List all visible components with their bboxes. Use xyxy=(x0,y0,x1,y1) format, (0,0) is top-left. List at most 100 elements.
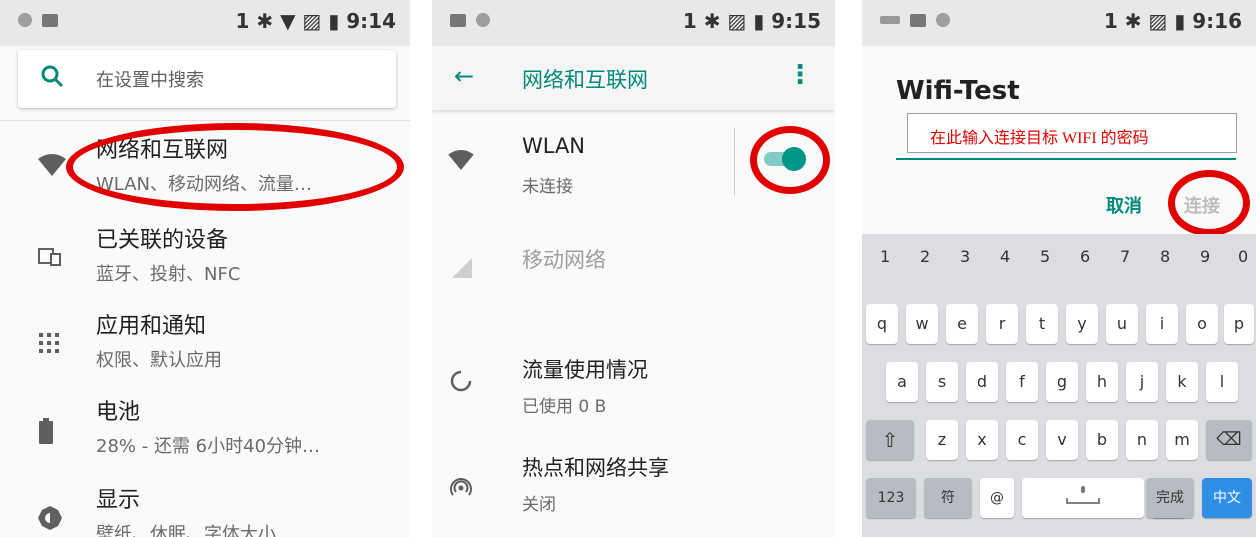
key-g[interactable]: g xyxy=(1046,362,1078,402)
key-w[interactable]: w xyxy=(906,304,938,344)
status-bar: 1 ✱ ▼ ▨ ▮ 9:14 xyxy=(0,0,410,46)
key-h[interactable]: h xyxy=(1086,362,1118,402)
apps-grid-icon xyxy=(39,333,59,353)
password-input[interactable]: 在此输入连接目标 WIFI 的密码 xyxy=(907,113,1237,153)
cancel-button[interactable]: 取消 xyxy=(1106,192,1142,218)
image-notification-icon xyxy=(910,13,926,27)
numbers-mode-key[interactable]: 123 xyxy=(866,478,916,518)
network-internet-screen: 1 ✱ ▨ ▮ 9:15 ← 网络和互联网 ⋮ WLAN 未连接 移动网络 流量… xyxy=(432,0,835,537)
key-1[interactable]: 1 xyxy=(880,247,890,266)
key-m[interactable]: m xyxy=(1166,420,1198,460)
settings-home-screen: 1 ✱ ▼ ▨ ▮ 9:14 在设置中搜索 网络和互联网 WLAN、移动网络、流… xyxy=(0,0,410,537)
signal-icon xyxy=(452,258,472,278)
item-subtitle: 蓝牙、投射、NFC xyxy=(96,264,241,285)
dialog-title: Wifi-Test xyxy=(896,76,1020,106)
status-bar: 1 ✱ ▨ ▮ 9:15 xyxy=(432,0,835,46)
data-usage-sub: 已使用 0 B xyxy=(522,397,607,417)
language-key[interactable]: 中文 xyxy=(1202,478,1252,518)
key-u[interactable]: u xyxy=(1106,304,1138,344)
notification-dot-icon xyxy=(936,13,950,27)
wlan-status: 未连接 xyxy=(522,177,573,197)
key-z[interactable]: z xyxy=(926,420,958,460)
key-v[interactable]: v xyxy=(1046,420,1078,460)
image-notification-icon xyxy=(42,13,58,27)
space-mic-icon xyxy=(1066,486,1100,504)
key-5[interactable]: 5 xyxy=(1040,247,1050,266)
key-f[interactable]: f xyxy=(1006,362,1038,402)
notification-dot-icon xyxy=(18,13,32,27)
item-title: 显示 xyxy=(96,488,141,513)
key-8[interactable]: 8 xyxy=(1160,247,1170,266)
backspace-key[interactable]: ⌫ xyxy=(1206,420,1252,460)
key-d[interactable]: d xyxy=(966,362,998,402)
data-usage-title: 流量使用情况 xyxy=(522,358,648,382)
status-indicators: 1 ✱ ▼ ▨ ▮ 9:14 xyxy=(235,9,396,33)
wifi-icon xyxy=(448,150,474,170)
space-key[interactable] xyxy=(1022,478,1144,518)
status-indicators: 1 ✱ ▨ ▮ 9:16 xyxy=(1103,9,1242,33)
key-a[interactable]: a xyxy=(886,362,918,402)
key-i[interactable]: i xyxy=(1146,304,1178,344)
password-annotation: 在此输入连接目标 WIFI 的密码 xyxy=(930,130,1149,147)
item-title: 应用和通知 xyxy=(96,314,207,339)
mobile-network-title: 移动网络 xyxy=(522,248,606,272)
hotspot-icon xyxy=(450,478,472,496)
key-3[interactable]: 3 xyxy=(960,247,970,266)
wlan-title: WLAN xyxy=(522,134,586,158)
key-q[interactable]: q xyxy=(866,304,898,344)
back-arrow-icon[interactable]: ← xyxy=(454,62,474,90)
highlight-circle xyxy=(1168,170,1250,236)
key-e[interactable]: e xyxy=(946,304,978,344)
settings-item-connected-devices[interactable]: 已关联的设备 蓝牙、投射、NFC xyxy=(0,218,410,294)
keyboard-notification-icon xyxy=(880,16,900,24)
key-y[interactable]: y xyxy=(1066,304,1098,344)
key-x[interactable]: x xyxy=(966,420,998,460)
divider xyxy=(0,120,410,121)
wifi-icon xyxy=(38,154,66,176)
settings-item-display[interactable]: 显示 壁纸、休眠、字体大小 xyxy=(0,478,410,537)
devices-icon xyxy=(38,248,61,266)
status-indicators: 1 ✱ ▨ ▮ 9:15 xyxy=(682,9,821,33)
key-4[interactable]: 4 xyxy=(1000,247,1010,266)
key-2[interactable]: 2 xyxy=(920,247,930,266)
number-row: 1 2 3 4 5 6 7 8 9 0 xyxy=(862,244,1256,274)
app-bar: ← 网络和互联网 ⋮ xyxy=(432,46,835,110)
more-options-icon[interactable]: ⋮ xyxy=(787,60,813,90)
battery-icon xyxy=(39,418,53,444)
item-subtitle: 28% - 还需 6小时40分钟… xyxy=(96,436,321,457)
settings-item-apps[interactable]: 应用和通知 权限、默认应用 xyxy=(0,304,410,380)
key-7[interactable]: 7 xyxy=(1120,247,1130,266)
key-t[interactable]: t xyxy=(1026,304,1058,344)
wifi-password-dialog-screen: 1 ✱ ▨ ▮ 9:16 Wifi-Test 在此输入连接目标 WIFI 的密码… xyxy=(862,0,1256,537)
at-key[interactable]: @ xyxy=(980,478,1014,518)
data-usage-icon xyxy=(450,370,472,392)
shift-key[interactable]: ⇧ xyxy=(866,420,914,460)
notification-dot-icon xyxy=(476,13,490,27)
key-6[interactable]: 6 xyxy=(1080,247,1090,266)
key-j[interactable]: j xyxy=(1126,362,1158,402)
search-placeholder: 在设置中搜索 xyxy=(96,70,204,91)
hotspot-sub: 关闭 xyxy=(522,495,556,515)
password-underline xyxy=(896,158,1236,160)
key-n[interactable]: n xyxy=(1126,420,1158,460)
key-s[interactable]: s xyxy=(926,362,958,402)
highlight-circle xyxy=(66,123,404,211)
key-r[interactable]: r xyxy=(986,304,1018,344)
key-0[interactable]: 0 xyxy=(1238,247,1248,266)
symbols-key[interactable]: 符 xyxy=(924,478,972,518)
divider xyxy=(734,128,735,196)
key-k[interactable]: k xyxy=(1166,362,1198,402)
search-icon xyxy=(41,65,64,88)
key-9[interactable]: 9 xyxy=(1200,247,1210,266)
key-o[interactable]: o xyxy=(1186,304,1218,344)
settings-search-bar[interactable]: 在设置中搜索 xyxy=(18,50,396,108)
brightness-icon xyxy=(38,506,62,530)
key-b[interactable]: b xyxy=(1086,420,1118,460)
highlight-circle xyxy=(750,126,830,194)
item-subtitle: 壁纸、休眠、字体大小 xyxy=(96,524,276,537)
key-p[interactable]: p xyxy=(1224,304,1254,344)
key-l[interactable]: l xyxy=(1206,362,1238,402)
settings-item-battery[interactable]: 电池 28% - 还需 6小时40分钟… xyxy=(0,390,410,466)
done-key[interactable]: 完成 xyxy=(1146,478,1194,518)
key-c[interactable]: c xyxy=(1006,420,1038,460)
